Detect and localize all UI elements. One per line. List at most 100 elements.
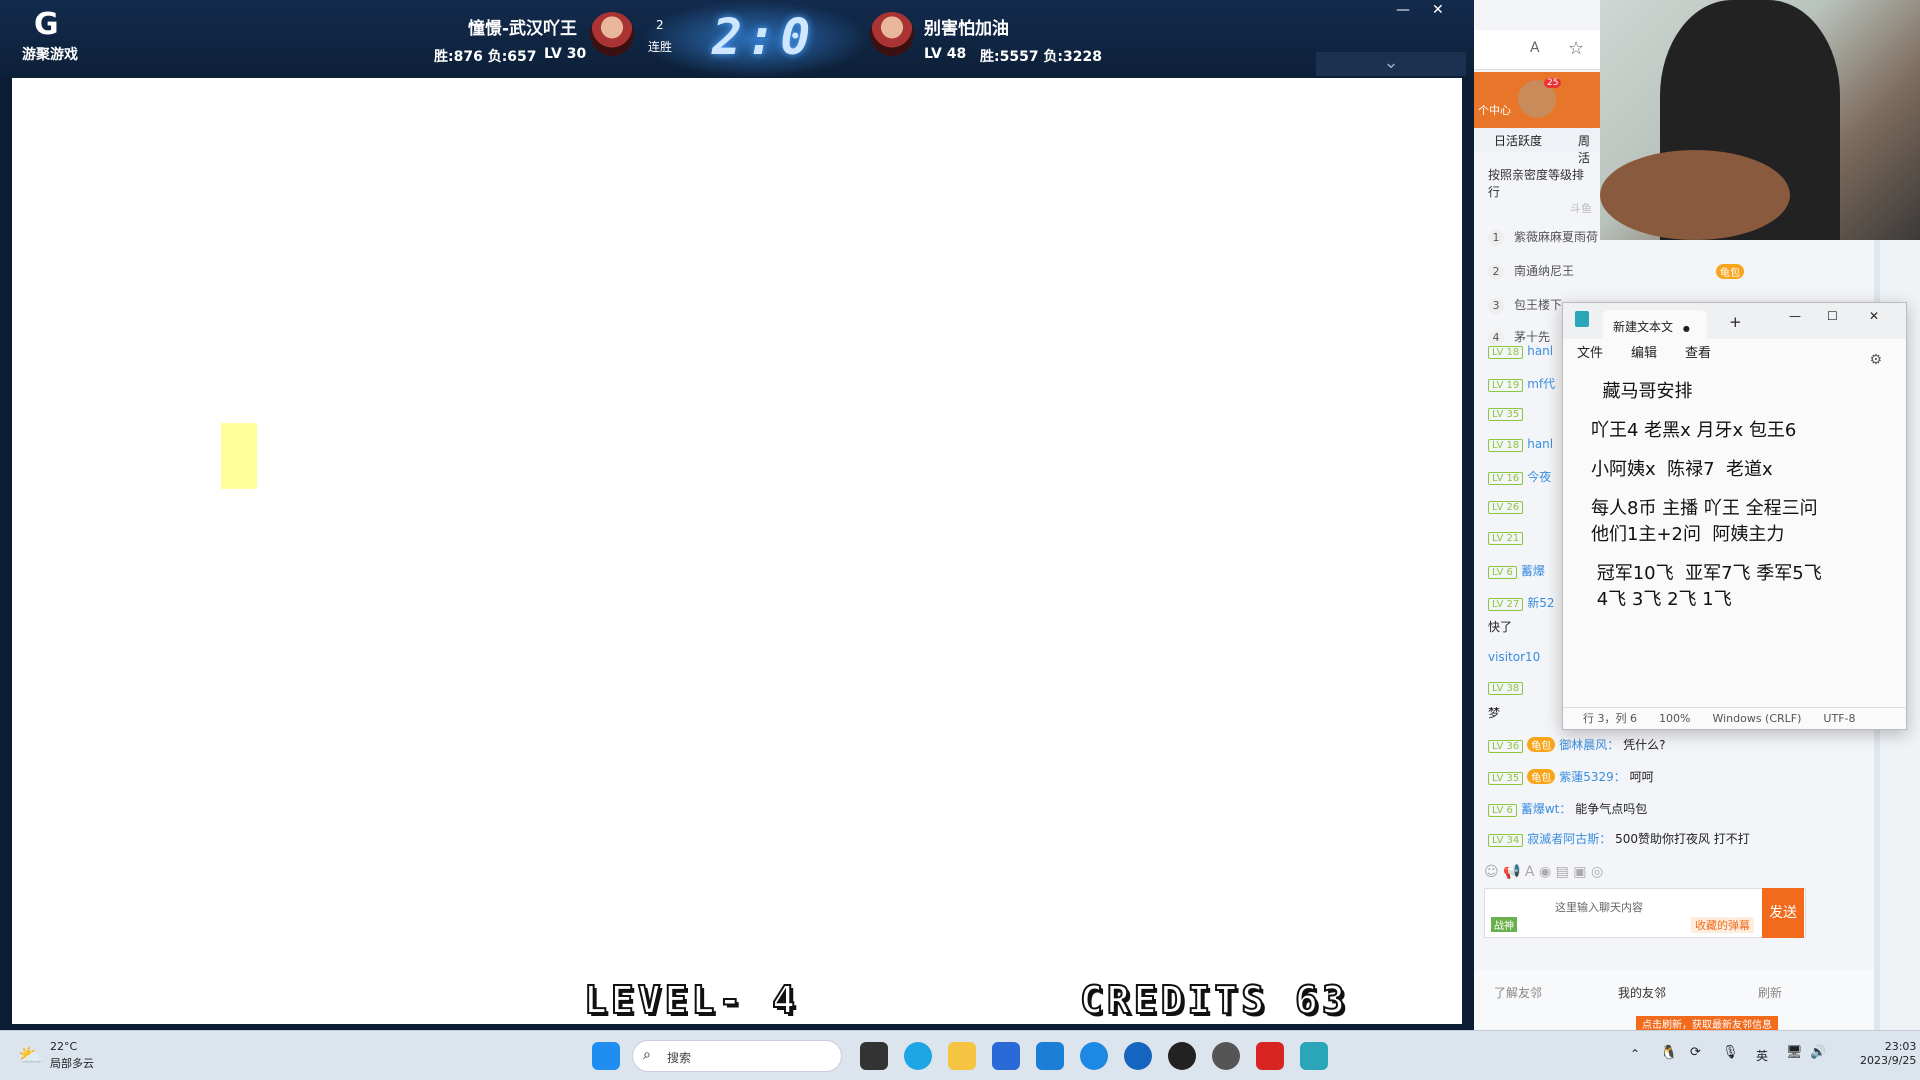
chat-message[interactable]: LV 34 寂滅者阿古斯： 500赞助你打夜风 打不打: [1488, 830, 1750, 860]
notepad-line: 4飞 3飞 2飞 1飞: [1591, 589, 1732, 610]
game-window: G 游聚游戏 憧憬-武汉吖王 胜:876 负:657 LV 30 2 连胜 2:…: [0, 0, 1474, 1030]
menu-edit[interactable]: 编辑: [1631, 346, 1657, 361]
chat-message[interactable]: LV 18 hanl: [1488, 344, 1553, 374]
minimize-button[interactable]: —: [1396, 2, 1410, 18]
notepad-close-button[interactable]: ✕: [1869, 309, 1879, 323]
search-icon: ⌕: [643, 1047, 651, 1063]
credits-indicator: CREDITS 63: [1079, 977, 1349, 1023]
match-score: 2:0: [712, 8, 815, 66]
weather-desc[interactable]: 局部多云: [50, 1055, 94, 1071]
cursor-position: 行 3，列 6: [1583, 712, 1637, 725]
chat-message[interactable]: LV 19 mf代: [1488, 375, 1555, 405]
weather-icon[interactable]: ⛅: [18, 1043, 43, 1067]
chat-message[interactable]: LV 35 龟包 紫蓮5329： 呵呵: [1488, 768, 1654, 798]
volume-icon[interactable]: 🔊: [1810, 1045, 1826, 1060]
rank-item[interactable]: 2 南通纳尼王: [1488, 262, 1612, 290]
notepad-line: 藏马哥安排: [1591, 381, 1693, 402]
rank-tabs: 日活跃度 周活: [1474, 128, 1600, 165]
notepad-tab[interactable]: 新建文本文 ●: [1603, 310, 1707, 339]
menu-file[interactable]: 文件: [1577, 346, 1603, 361]
network-icon[interactable]: 🖥: [1786, 1045, 1803, 1060]
level-indicator: LEVEL- 4: [583, 977, 800, 1023]
notepad-text-area[interactable]: 藏马哥安排 吖王4 老黑x 月牙x 包王6 小阿姨x 陈禄7 老道x 每人8币 主播 …: [1563, 369, 1906, 699]
game-client-icon[interactable]: [1212, 1042, 1240, 1070]
player2-record: 胜:5557 负:3228: [980, 49, 1103, 65]
weather-temp[interactable]: 22°C: [50, 1040, 77, 1053]
player2-name: 别害怕加油: [924, 19, 1009, 39]
user-center-row: 个中心 25: [1474, 72, 1600, 128]
chat-input-box[interactable]: 战神 这里输入聊天内容 收藏的弹幕: [1484, 888, 1806, 938]
chat-message[interactable]: LV 18 hanl: [1488, 437, 1553, 467]
game-topbar: G 游聚游戏 憧憬-武汉吖王 胜:876 负:657 LV 30 2 连胜 2:…: [0, 0, 1474, 78]
refresh-promo[interactable]: 点击刷新，获取最新友邻信息: [1636, 1016, 1778, 1031]
player1-name: 憧憬-武汉吖王: [468, 19, 578, 39]
chat-message[interactable]: LV 16 今夜: [1488, 468, 1551, 498]
notification-badge: 25: [1544, 78, 1562, 88]
chat-message[interactable]: LV 6 蓄爆wt： 能争气点吗包: [1488, 800, 1647, 830]
arrow-app-icon[interactable]: [1124, 1042, 1152, 1070]
streak-label: 连胜: [648, 40, 673, 54]
system-clock[interactable]: 23:03 2023/9/25: [1860, 1040, 1916, 1068]
notepad-minimize-button[interactable]: —: [1789, 309, 1801, 323]
user-center-link[interactable]: 个中心: [1478, 102, 1511, 118]
notepad-line: [1591, 483, 1878, 496]
chat-input-placeholder[interactable]: 这里输入聊天内容: [1555, 899, 1643, 915]
notepad-maximize-button[interactable]: ☐: [1827, 309, 1838, 323]
chat-message[interactable]: 快了: [1488, 618, 1512, 648]
rank-title: 按照亲密度等级排行: [1488, 168, 1585, 199]
notepad-line: 小阿姨x 陈禄7 老道x: [1591, 459, 1773, 480]
chat-message[interactable]: LV 36 龟包 御林晨风： 凭什么?: [1488, 736, 1665, 766]
collapse-chevron-icon[interactable]: ⌄: [1316, 52, 1466, 76]
friends-bar: 了解友邻 我的友邻 刷新 点击刷新，获取最新友邻信息: [1474, 970, 1874, 1031]
store-icon[interactable]: [992, 1042, 1020, 1070]
game-screen[interactable]: LEVEL- 4 CREDITS 63: [12, 78, 1462, 1024]
task-view-icon[interactable]: [860, 1042, 888, 1070]
input-language[interactable]: 英: [1756, 1047, 1768, 1064]
search-label: 搜索: [667, 1051, 692, 1065]
chat-message[interactable]: LV 6 蓄爆: [1488, 562, 1545, 592]
chat-message[interactable]: 梦: [1488, 704, 1500, 734]
new-tab-button[interactable]: +: [1729, 313, 1742, 331]
chat-visitor[interactable]: visitor10: [1488, 650, 1540, 680]
start-windows-icon[interactable]: [592, 1042, 620, 1070]
webcam-arm: [1600, 150, 1790, 240]
player2-level: LV 48: [924, 46, 967, 62]
notepad-window: 新建文本文 ● + — ☐ ✕ 文件 编辑 查看 ⚙ 藏马哥安排 吖王4 老黑x 月牙…: [1562, 302, 1907, 730]
tab-daily-activity[interactable]: 日活跃度: [1494, 132, 1542, 149]
menu-view[interactable]: 查看: [1685, 346, 1711, 361]
notepad-line: 他们1主+2问 阿姨主力: [1591, 524, 1785, 545]
sync-icon[interactable]: ⟳: [1690, 1045, 1701, 1060]
mail-icon[interactable]: [1036, 1042, 1064, 1070]
youju-icon[interactable]: [1256, 1042, 1284, 1070]
send-button[interactable]: 发送: [1762, 888, 1804, 938]
file-explorer-icon[interactable]: [948, 1042, 976, 1070]
notepad-line: [1591, 405, 1878, 418]
chat-toolbar: ☺ 📢 A ◉ ▤ ▣ ◎: [1484, 864, 1604, 880]
game-sprite: [221, 423, 257, 489]
edge-icon[interactable]: [904, 1042, 932, 1070]
notepad-taskbar-icon[interactable]: [1300, 1042, 1328, 1070]
font-size-icon[interactable]: A: [1530, 40, 1540, 56]
taskbar: ⛅ 22°C 局部多云 ⌕ 搜索 ⌃ 🐧 ⟳ 🎙 英 🖥 🔊: [0, 1030, 1920, 1080]
k-app-icon[interactable]: [1080, 1042, 1108, 1070]
chat-message[interactable]: LV 21: [1488, 530, 1527, 560]
learn-friends-link[interactable]: 了解友邻: [1494, 984, 1542, 1001]
favorite-star-icon[interactable]: ☆: [1568, 38, 1584, 59]
microphone-icon[interactable]: 🎙: [1722, 1045, 1739, 1060]
notepad-icon: [1575, 311, 1589, 327]
chat-message[interactable]: LV 35: [1488, 406, 1527, 436]
qq-icon[interactable]: 🐧: [1660, 1045, 1677, 1061]
my-friends-tab[interactable]: 我的友邻: [1618, 984, 1666, 1001]
refresh-button[interactable]: 刷新: [1758, 984, 1782, 1001]
tray-chevron-icon[interactable]: ⌃: [1630, 1047, 1640, 1061]
app-logo-text: 游聚游戏: [22, 47, 78, 63]
chat-message[interactable]: LV 26: [1488, 499, 1527, 529]
saved-barrage-button[interactable]: 收藏的弹幕: [1691, 917, 1754, 933]
notepad-line: 冠军10飞 亚军7飞 季军5飞: [1591, 563, 1822, 584]
close-button[interactable]: ✕: [1432, 2, 1444, 18]
obs-icon[interactable]: [1168, 1042, 1196, 1070]
player2-avatar: [870, 12, 914, 56]
player1-level: LV 30: [544, 46, 587, 62]
taskbar-search[interactable]: ⌕ 搜索: [632, 1040, 842, 1072]
rank-item[interactable]: 1 紫薇麻麻夏雨荷: [1488, 228, 1612, 256]
